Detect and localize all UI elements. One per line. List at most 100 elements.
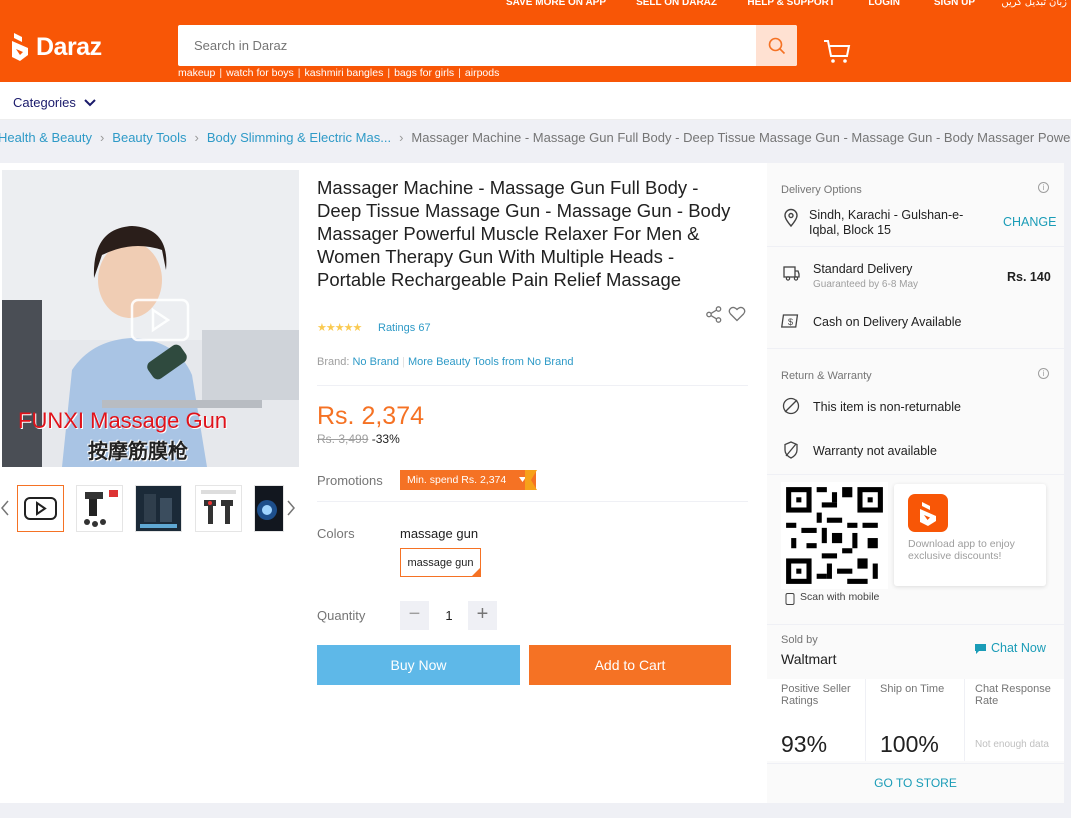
sell-link[interactable]: SELL ON DARAZ bbox=[636, 0, 717, 8]
delivery-location: Sindh, Karachi - Gulshan-e-Iqbal, Block … bbox=[809, 208, 964, 237]
divider bbox=[317, 385, 748, 386]
stat-value: Not enough data bbox=[975, 739, 1049, 750]
divider bbox=[767, 348, 1064, 349]
suggestion-link[interactable]: watch for boys bbox=[222, 67, 298, 79]
breadcrumb-current: Massager Machine - Massage Gun Full Body… bbox=[411, 130, 1071, 145]
image-caption-cn: 按摩筋膜枪 bbox=[88, 441, 188, 463]
info-icon[interactable]: i bbox=[1038, 368, 1049, 379]
breadcrumb-link[interactable]: Health & Beauty bbox=[0, 130, 92, 145]
share-icon[interactable] bbox=[706, 306, 722, 323]
daraz-app-icon bbox=[908, 494, 948, 532]
play-video-icon bbox=[24, 497, 57, 520]
categories-dropdown[interactable]: Categories bbox=[13, 95, 96, 110]
image-caption-en: FUNXI Massage Gun bbox=[18, 408, 228, 433]
search-input[interactable] bbox=[178, 25, 756, 66]
stat-value: 100% bbox=[880, 731, 939, 757]
return-policy-text: This item is non-returnable bbox=[813, 400, 961, 414]
seller-name[interactable]: Waltmart bbox=[781, 651, 836, 667]
stat-chat-response: Chat Response Rate Not enough data bbox=[965, 679, 1064, 761]
buy-now-button[interactable]: Buy Now bbox=[317, 645, 520, 685]
download-app-text: Download app to enjoy exclusive discount… bbox=[908, 538, 1015, 562]
massage-gun-thumbnail bbox=[255, 486, 283, 531]
chevron-right-icon[interactable] bbox=[286, 500, 296, 516]
search-icon bbox=[768, 37, 785, 54]
brand-info: Brand: No Brand | More Beauty Tools from… bbox=[317, 356, 574, 368]
breadcrumb: Health & Beauty › Beauty Tools › Body Slimmi… bbox=[0, 130, 1071, 150]
stat-label: Ship on Time bbox=[880, 683, 945, 695]
price-original: Rs. 3,499 -33% bbox=[317, 432, 400, 446]
help-link[interactable]: HELP & SUPPORT bbox=[747, 0, 835, 8]
daraz-logo[interactable]: Daraz bbox=[10, 30, 102, 64]
qr-code-image bbox=[781, 482, 888, 589]
search-button[interactable] bbox=[756, 25, 797, 66]
daraz-logo-icon bbox=[12, 33, 28, 61]
thumbnail-image[interactable] bbox=[254, 485, 284, 532]
thumbnail-video[interactable] bbox=[17, 485, 64, 532]
promotions-label: Promotions bbox=[317, 473, 383, 488]
qr-code bbox=[781, 482, 888, 589]
color-option-label: massage gun bbox=[407, 556, 474, 569]
suggestion-link[interactable]: bags for girls bbox=[390, 67, 458, 79]
info-icon[interactable]: i bbox=[1038, 182, 1049, 193]
rating-stars: ★★★★★ bbox=[317, 322, 362, 334]
discount-percent: -33% bbox=[371, 432, 400, 446]
scan-with-mobile-label: Scan with mobile bbox=[800, 591, 880, 603]
wishlist-heart-icon[interactable] bbox=[728, 306, 746, 322]
divider bbox=[767, 763, 1064, 764]
massage-gun-thumbnail bbox=[77, 486, 122, 531]
suggestion-link[interactable]: airpods bbox=[461, 67, 503, 79]
search-suggestions: makeup | watch for boys | kashmiri bangles | b… bbox=[178, 67, 503, 79]
chat-now-button[interactable]: Chat Now bbox=[991, 641, 1046, 655]
selected-tick bbox=[472, 568, 480, 576]
seller-stats: Positive Seller Ratings 93% Ship on Time… bbox=[767, 679, 1064, 761]
current-price: Rs. 2,374 bbox=[317, 402, 425, 430]
chevron-left-icon[interactable] bbox=[0, 500, 10, 516]
thumbnail-strip bbox=[0, 484, 299, 532]
massage-gun-thumbnail bbox=[196, 486, 241, 531]
brand-link[interactable]: No Brand bbox=[352, 356, 398, 368]
delivery-options-title: Delivery Options bbox=[781, 184, 862, 196]
color-option[interactable]: massage gun bbox=[400, 548, 481, 577]
go-to-store-link[interactable]: GO TO STORE bbox=[767, 776, 1064, 790]
language-link[interactable]: زبان تبدیل کریں bbox=[1001, 0, 1067, 8]
mobile-phone-icon bbox=[785, 593, 795, 605]
login-link[interactable]: LOGIN bbox=[868, 0, 900, 8]
thumbnail-image[interactable] bbox=[135, 485, 182, 532]
breadcrumb-link[interactable]: Beauty Tools bbox=[112, 130, 186, 145]
promotion-text: Min. spend Rs. 2,374 bbox=[407, 474, 507, 486]
cod-label: Cash on Delivery Available bbox=[813, 315, 962, 329]
warranty-text: Warranty not available bbox=[813, 444, 937, 458]
header-bar: SAVE MORE ON APP SELL ON DARAZ HELP & SU… bbox=[0, 0, 1071, 82]
quantity-label: Quantity bbox=[317, 608, 366, 623]
search-box bbox=[178, 25, 797, 66]
sold-by-label: Sold by bbox=[781, 634, 818, 646]
logo-text: Daraz bbox=[36, 32, 102, 61]
stat-label: Positive Seller Ratings bbox=[781, 683, 851, 707]
product-main-image[interactable]: FUNXI Massage Gun 按摩筋膜枪 bbox=[2, 170, 299, 467]
return-warranty-title: Return & Warranty bbox=[781, 370, 872, 382]
colors-label: Colors bbox=[317, 526, 355, 541]
change-location-link[interactable]: CHANGE bbox=[1003, 215, 1056, 229]
suggestion-link[interactable]: kashmiri bangles bbox=[301, 67, 388, 79]
breadcrumb-link[interactable]: Body Slimming & Electric Mas... bbox=[207, 130, 391, 145]
stat-value: 93% bbox=[781, 731, 828, 757]
quantity-increase-button[interactable]: + bbox=[468, 601, 497, 630]
signup-link[interactable]: SIGN UP bbox=[934, 0, 975, 8]
promo-ribbon-tail bbox=[525, 470, 537, 490]
stat-positive-ratings: Positive Seller Ratings 93% bbox=[767, 679, 866, 761]
download-app-card[interactable]: Download app to enjoy exclusive discount… bbox=[894, 484, 1046, 586]
guaranteed-date: Guaranteed by 6-8 May bbox=[813, 279, 919, 290]
quantity-decrease-button[interactable]: − bbox=[400, 601, 429, 630]
save-more-link[interactable]: SAVE MORE ON APP bbox=[506, 0, 606, 8]
more-from-brand-link[interactable]: More Beauty Tools from No Brand bbox=[408, 356, 573, 368]
thumbnail-image[interactable] bbox=[195, 485, 242, 532]
delivery-truck-icon bbox=[783, 266, 800, 281]
ratings-link[interactable]: Ratings 67 bbox=[378, 322, 431, 334]
add-to-cart-button[interactable]: Add to Cart bbox=[529, 645, 731, 685]
quantity-value[interactable]: 1 bbox=[430, 601, 468, 630]
cart-icon[interactable] bbox=[822, 38, 852, 64]
suggestion-link[interactable]: makeup bbox=[178, 67, 219, 79]
massage-gun-thumbnail bbox=[136, 486, 181, 531]
thumbnail-image[interactable] bbox=[76, 485, 123, 532]
promotion-badge[interactable]: Min. spend Rs. 2,374 bbox=[400, 470, 537, 490]
